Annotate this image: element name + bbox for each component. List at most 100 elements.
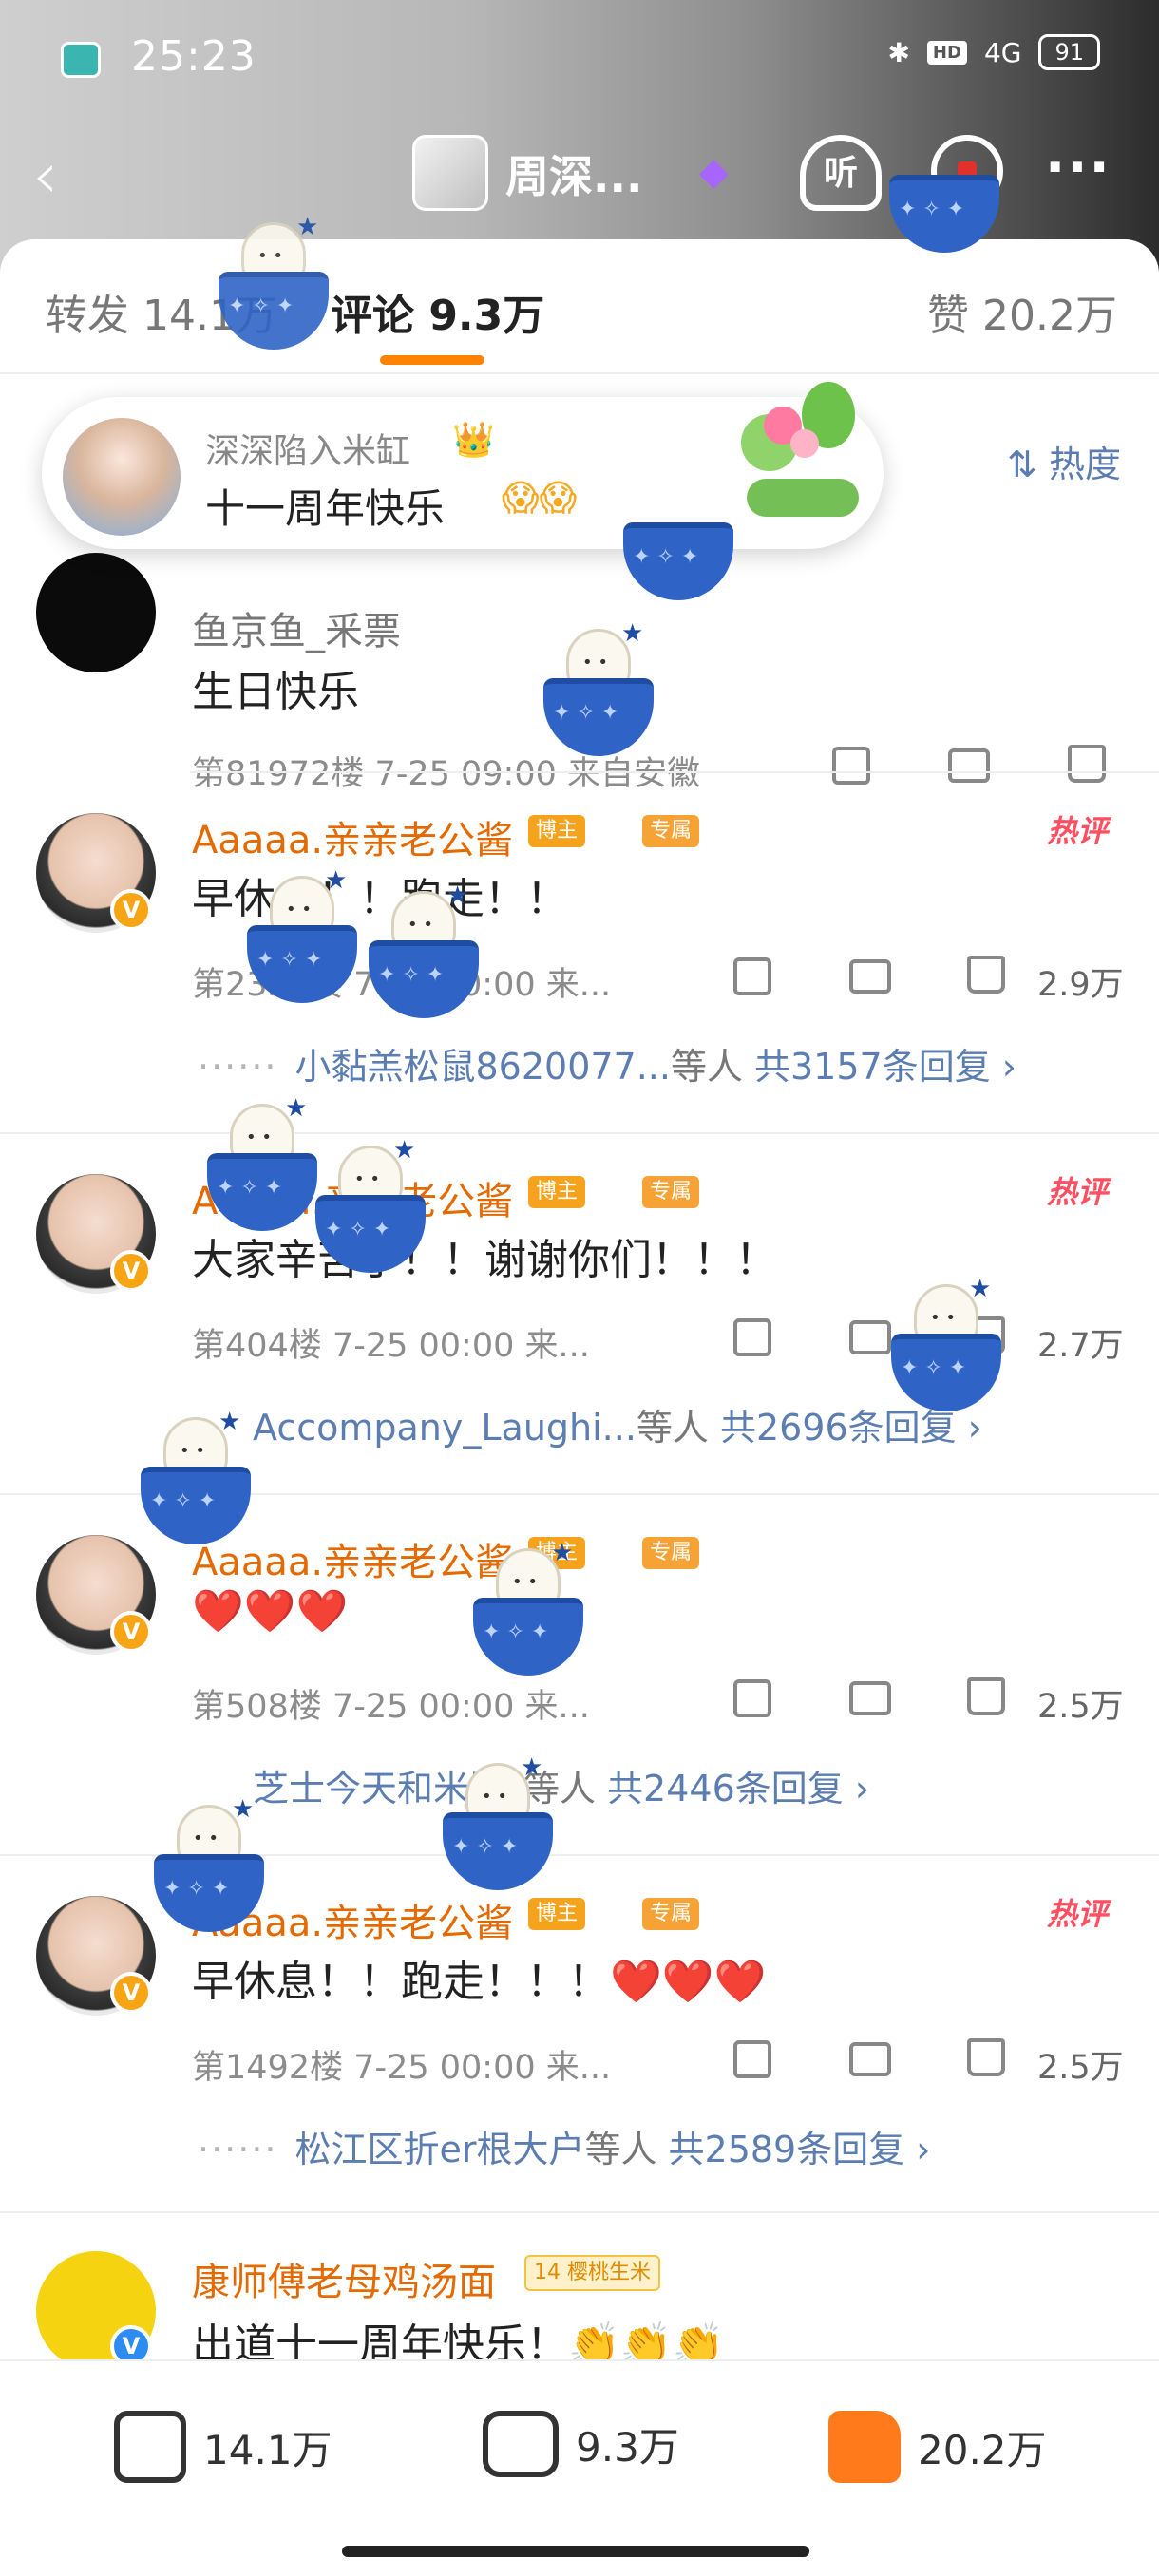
share-icon[interactable] [733,957,771,1004]
sort-icon: ⇅ [1007,444,1037,485]
special-badge: 专属 [642,815,700,847]
active-tab-indicator [380,355,484,365]
reply-users[interactable]: Accompany_Laughi... [253,1407,636,1449]
bottom-share-button[interactable]: 14.1万 [114,2411,332,2483]
bottom-like-button[interactable]: 20.2万 [828,2411,1047,2483]
divider [0,372,1159,374]
like-count: 2.9万 [1037,966,1124,1004]
popup-text: 十一周年快乐 [205,485,446,532]
egg-sticker: ★ [885,1275,1007,1415]
hot-comment-tag: 热评 [1046,813,1108,849]
reply-count[interactable]: 共2589条回复 › [669,2129,931,2170]
share-icon[interactable] [733,1679,771,1726]
comment-meta: 第508楼 7-25 00:00 来... [192,1688,590,1726]
more-icon[interactable]: ··· [1045,137,1112,199]
tab-comment[interactable]: 评论 9.3万 [331,281,544,342]
bottom-comment-button[interactable]: 9.3万 [483,2411,679,2477]
home-indicator[interactable] [342,2546,809,2557]
egg-sticker [618,464,739,604]
status-time: 25:23 [131,32,256,81]
battery-icon: 91 [1038,34,1100,70]
share-icon[interactable] [733,1318,771,1365]
comment-count: 9.3万 [576,2423,679,2471]
egg-sticker: ★ [538,619,659,760]
level-badge: 14 樱桃生米 [524,2255,661,2291]
comment-text: ❤️❤️❤️ [192,1587,349,1636]
egg-sticker: ★ [437,1753,559,1894]
popup-user: 深深陷入米缸 [205,432,411,471]
signal-icon: 4G [983,36,1022,68]
divider [0,2211,1159,2213]
like-icon[interactable] [967,956,1005,1002]
back-icon[interactable]: ‹ [32,139,58,214]
status-icons: ✱ HD 4G 91 [887,34,1100,70]
crown-icon: 👑 [452,421,495,460]
share-icon[interactable] [733,2040,771,2087]
comment-text-body: 早休息！！跑走！！！ [192,1958,610,2006]
reply-icon[interactable] [948,748,990,791]
blogger-badge: 博主 [528,1176,586,1208]
reply-count[interactable]: 共2446条回复 › [607,1768,869,1809]
comment-item: V 康师傅老母鸡汤面 14 樱桃生米 出道十一周年快乐！👏👏👏 [0,2242,1159,2371]
verified-badge: V [110,889,152,931]
comment-hearts: ❤️❤️❤️ [610,1958,767,2006]
like-icon[interactable] [967,2038,1005,2085]
reply-count[interactable]: 共3157条回复 › [754,1046,1016,1088]
hot-comment-tag: 热评 [1046,1174,1108,1210]
fan-popup[interactable]: 深深陷入米缸 👑 十一周年快乐 😱😱 [42,382,884,549]
egg-sticker: ★ [135,1408,256,1548]
comment-text: 早休息！！跑走！！！❤️❤️❤️ [192,1947,766,2008]
hd-icon: HD [926,40,967,65]
share-count: 14.1万 [203,2426,332,2473]
egg-sticker: ★ [467,1539,589,1679]
avatar[interactable] [36,553,156,672]
listen-icon[interactable]: 听 [800,135,882,211]
tab-like[interactable]: 赞 20.2万 [927,281,1117,342]
verified-badge: V [110,1972,152,2014]
bottom-action-bar: 14.1万 9.3万 20.2万 [0,2359,1159,2576]
egg-sticker: ★ [310,1136,431,1277]
comment-user[interactable]: 康师傅老母鸡汤面 [192,2251,496,2306]
comment-user[interactable]: 鱼京鱼_釆票 [192,600,401,655]
reply-summary[interactable]: Accompany_Laughi...等人 共2696条回复 › [198,1398,982,1450]
reply-icon[interactable] [849,1681,891,1724]
like-count: 2.5万 [1037,2049,1124,2087]
reply-icon[interactable] [849,959,891,1002]
reply-summary[interactable]: ······ 松江区折er根大户等人 共2589条回复 › [198,2120,931,2172]
reply-suffix: 等人 [636,1407,709,1449]
level-number: 14 [534,2261,560,2284]
egg-sticker: ★ [241,866,363,1007]
comment-icon [483,2411,559,2477]
like-icon[interactable] [1068,745,1106,791]
reply-dots: ······ [198,1046,278,1088]
app-icon [61,42,101,78]
sort-button[interactable]: ⇅ 热度 [1007,435,1121,487]
reply-icon[interactable] [849,2042,891,2085]
reply-users[interactable]: 松江区折er根大户 [294,2129,584,2170]
share-icon[interactable] [832,747,870,793]
hot-comment-tag: 热评 [1046,1896,1108,1932]
comment-text: 生日快乐 [192,668,359,716]
author-avatar[interactable] [412,135,488,211]
status-bar: 25:23 ✱ HD 4G 91 [0,0,1159,114]
verified-badge: V [110,1250,152,1292]
like-count: 2.7万 [1037,1327,1124,1365]
comment-user[interactable]: Aaaaa.亲亲老公酱 [192,809,513,864]
reply-dots: ······ [198,2129,278,2170]
reply-summary[interactable]: ······ 小黏羔松鼠8620077...等人 共3157条回复 › [198,1037,1016,1089]
divider [190,771,1159,773]
popup-avatar [63,418,180,536]
reply-users[interactable]: 小黏羔松鼠8620077... [294,1046,670,1088]
special-badge: 专属 [642,1176,700,1208]
comment-meta: 第404楼 7-25 00:00 来... [192,1327,590,1365]
like-count: 20.2万 [918,2426,1047,2473]
like-count: 2.5万 [1037,1688,1124,1726]
special-badge: 专属 [642,1537,700,1569]
like-icon[interactable] [967,1677,1005,1724]
egg-sticker: ★ [363,881,484,1022]
flower-pot-icon [735,376,868,528]
egg-sticker: ★ [148,1795,270,1936]
author-name[interactable]: 周深... [505,142,642,205]
blogger-badge: 博主 [528,1898,586,1930]
level-text: 樱桃生米 [567,2261,652,2284]
